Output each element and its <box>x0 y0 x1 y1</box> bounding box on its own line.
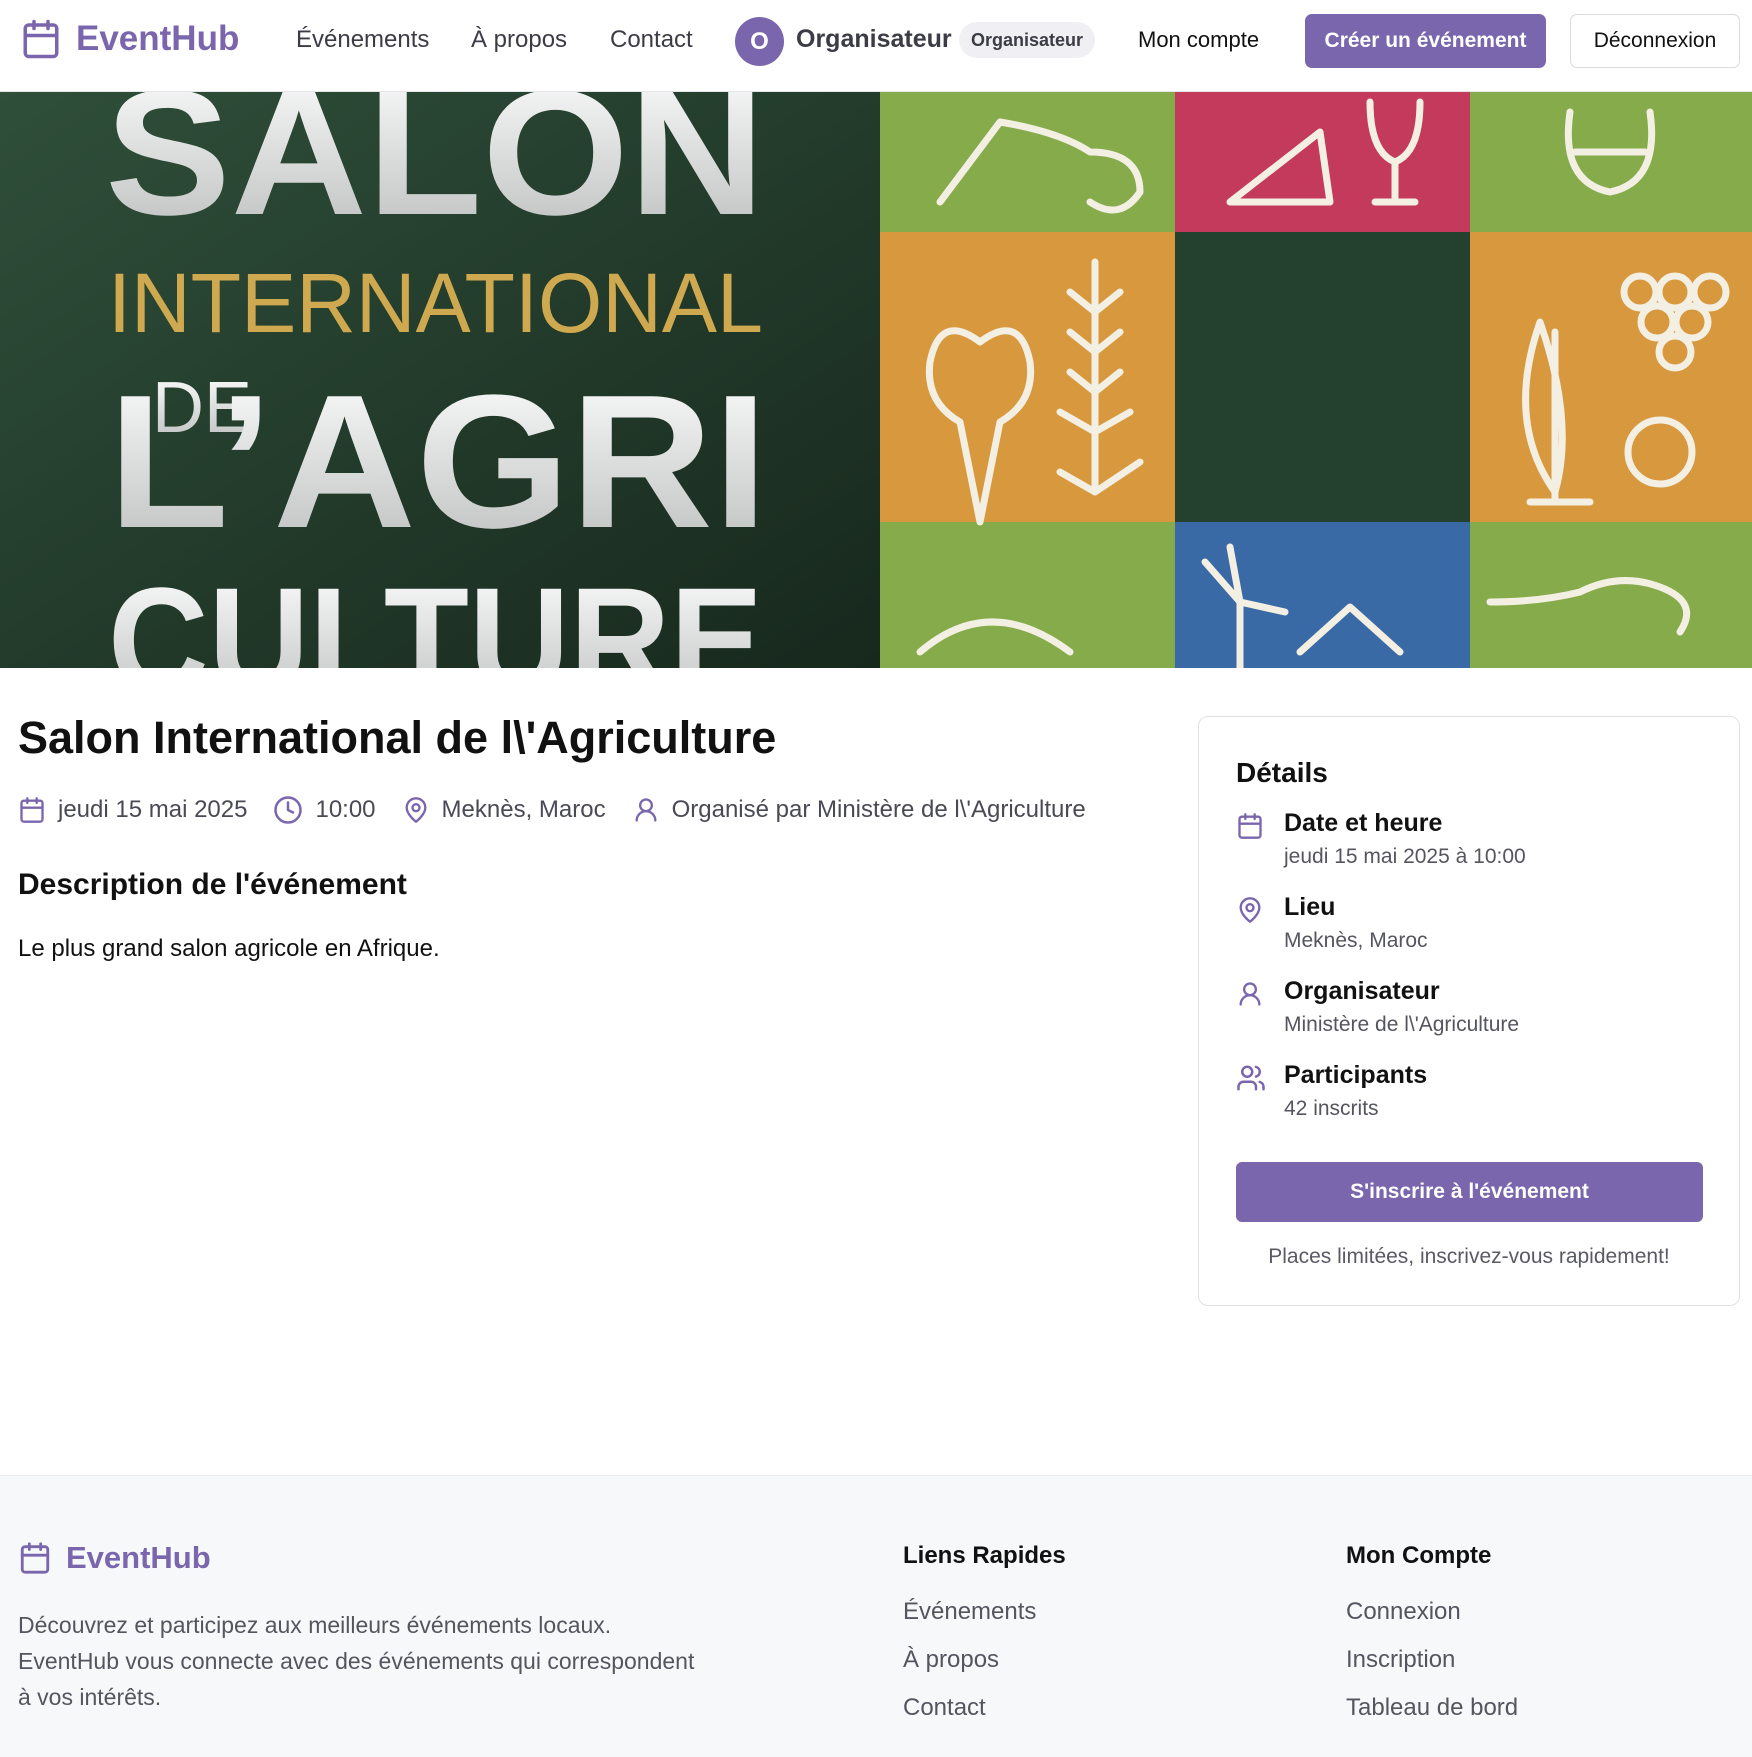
description-text: Le plus grand salon agricole en Afrique. <box>18 935 440 962</box>
event-time: 10:00 <box>315 796 376 823</box>
footer-link-about[interactable]: À propos <box>903 1636 1066 1684</box>
footer-link-login[interactable]: Connexion <box>1346 1588 1518 1636</box>
event-banner-image: SALON INTERNATIONAL DE L’AGRI CULTURE <box>0 92 1752 668</box>
footer-link-contact[interactable]: Contact <box>903 1684 1066 1732</box>
detail-value: Ministère de l\'Agriculture <box>1284 1013 1520 1036</box>
user-icon <box>632 795 660 825</box>
clock-icon <box>273 795 303 825</box>
register-button[interactable]: S'inscrire à l'événement <box>1236 1162 1703 1222</box>
calendar-icon <box>1236 811 1264 841</box>
hero-text-international: INTERNATIONAL <box>108 256 763 350</box>
detail-label: Date et heure <box>1284 809 1443 837</box>
detail-value: 42 inscrits <box>1284 1097 1379 1120</box>
event-meta-row: jeudi 15 mai 2025 10:00 Meknès, Maroc Or… <box>18 795 1086 825</box>
calendar-icon <box>18 1540 52 1576</box>
create-event-button[interactable]: Créer un événement <box>1305 14 1546 68</box>
detail-label: Participants <box>1284 1061 1428 1089</box>
avatar[interactable]: O <box>735 17 784 66</box>
brand-name: EventHub <box>76 19 240 58</box>
nav-link-about[interactable]: À propos <box>471 26 567 54</box>
map-pin-icon <box>402 795 430 825</box>
footer: EventHub Découvrez et participez aux mei… <box>0 1475 1752 1757</box>
hero-text-salon: SALON <box>105 92 765 252</box>
my-account-link[interactable]: Mon compte <box>1138 27 1259 53</box>
user-icon <box>1236 979 1264 1009</box>
calendar-icon <box>20 16 62 62</box>
meta-time: 10:00 <box>273 795 376 825</box>
event-title: Salon International de l\'Agriculture <box>18 712 777 763</box>
meta-location: Meknès, Maroc <box>402 795 606 825</box>
event-location: Meknès, Maroc <box>441 796 606 823</box>
description-heading: Description de l'événement <box>18 868 407 901</box>
limited-places-note: Places limitées, inscrivez-vous rapideme… <box>1268 1245 1670 1268</box>
map-pin-icon <box>1236 895 1264 925</box>
event-date: jeudi 15 mai 2025 <box>58 796 248 823</box>
detail-value: Meknès, Maroc <box>1284 929 1428 952</box>
footer-link-dashboard[interactable]: Tableau de bord <box>1346 1684 1518 1732</box>
nav-link-events[interactable]: Événements <box>296 26 429 54</box>
event-organizer: Organisé par Ministère de l\'Agriculture <box>671 796 1086 823</box>
footer-account-title: Mon Compte <box>1346 1542 1492 1569</box>
meta-organizer: Organisé par Ministère de l\'Agriculture <box>632 795 1086 825</box>
user-name: Organisateur <box>796 25 952 53</box>
footer-quick-links-title: Liens Rapides <box>903 1542 1066 1569</box>
detail-label: Organisateur <box>1284 977 1440 1005</box>
meta-date: jeudi 15 mai 2025 <box>18 795 247 825</box>
nav-link-contact[interactable]: Contact <box>610 26 693 54</box>
footer-account-links: Mon Compte Connexion Inscription Tableau… <box>1346 1542 1518 1732</box>
users-icon <box>1236 1063 1266 1093</box>
brand-logo-link[interactable]: EventHub <box>20 16 239 62</box>
footer-description: Découvrez et participez aux meilleurs év… <box>18 1612 695 1710</box>
hero-text-culture: CULTURE <box>108 556 763 668</box>
logout-button[interactable]: Déconnexion <box>1570 14 1740 68</box>
footer-brand[interactable]: EventHub <box>18 1540 211 1576</box>
detail-label: Lieu <box>1284 893 1336 921</box>
footer-quick-links: Liens Rapides Événements À propos Contac… <box>903 1542 1066 1732</box>
footer-link-events[interactable]: Événements <box>903 1588 1066 1636</box>
role-badge: Organisateur <box>959 22 1096 58</box>
detail-value: jeudi 15 mai 2025 à 10:00 <box>1284 845 1526 868</box>
footer-brand-name: EventHub <box>66 1540 211 1575</box>
details-card: Détails Date et heure jeudi 15 mai 2025 … <box>1198 716 1740 1306</box>
details-title: Détails <box>1236 757 1328 788</box>
hero-text-lagri: L’AGRI <box>108 356 768 568</box>
top-navbar: EventHub Événements À propos Contact O O… <box>0 0 1752 92</box>
footer-link-register[interactable]: Inscription <box>1346 1636 1518 1684</box>
calendar-icon <box>18 795 46 825</box>
